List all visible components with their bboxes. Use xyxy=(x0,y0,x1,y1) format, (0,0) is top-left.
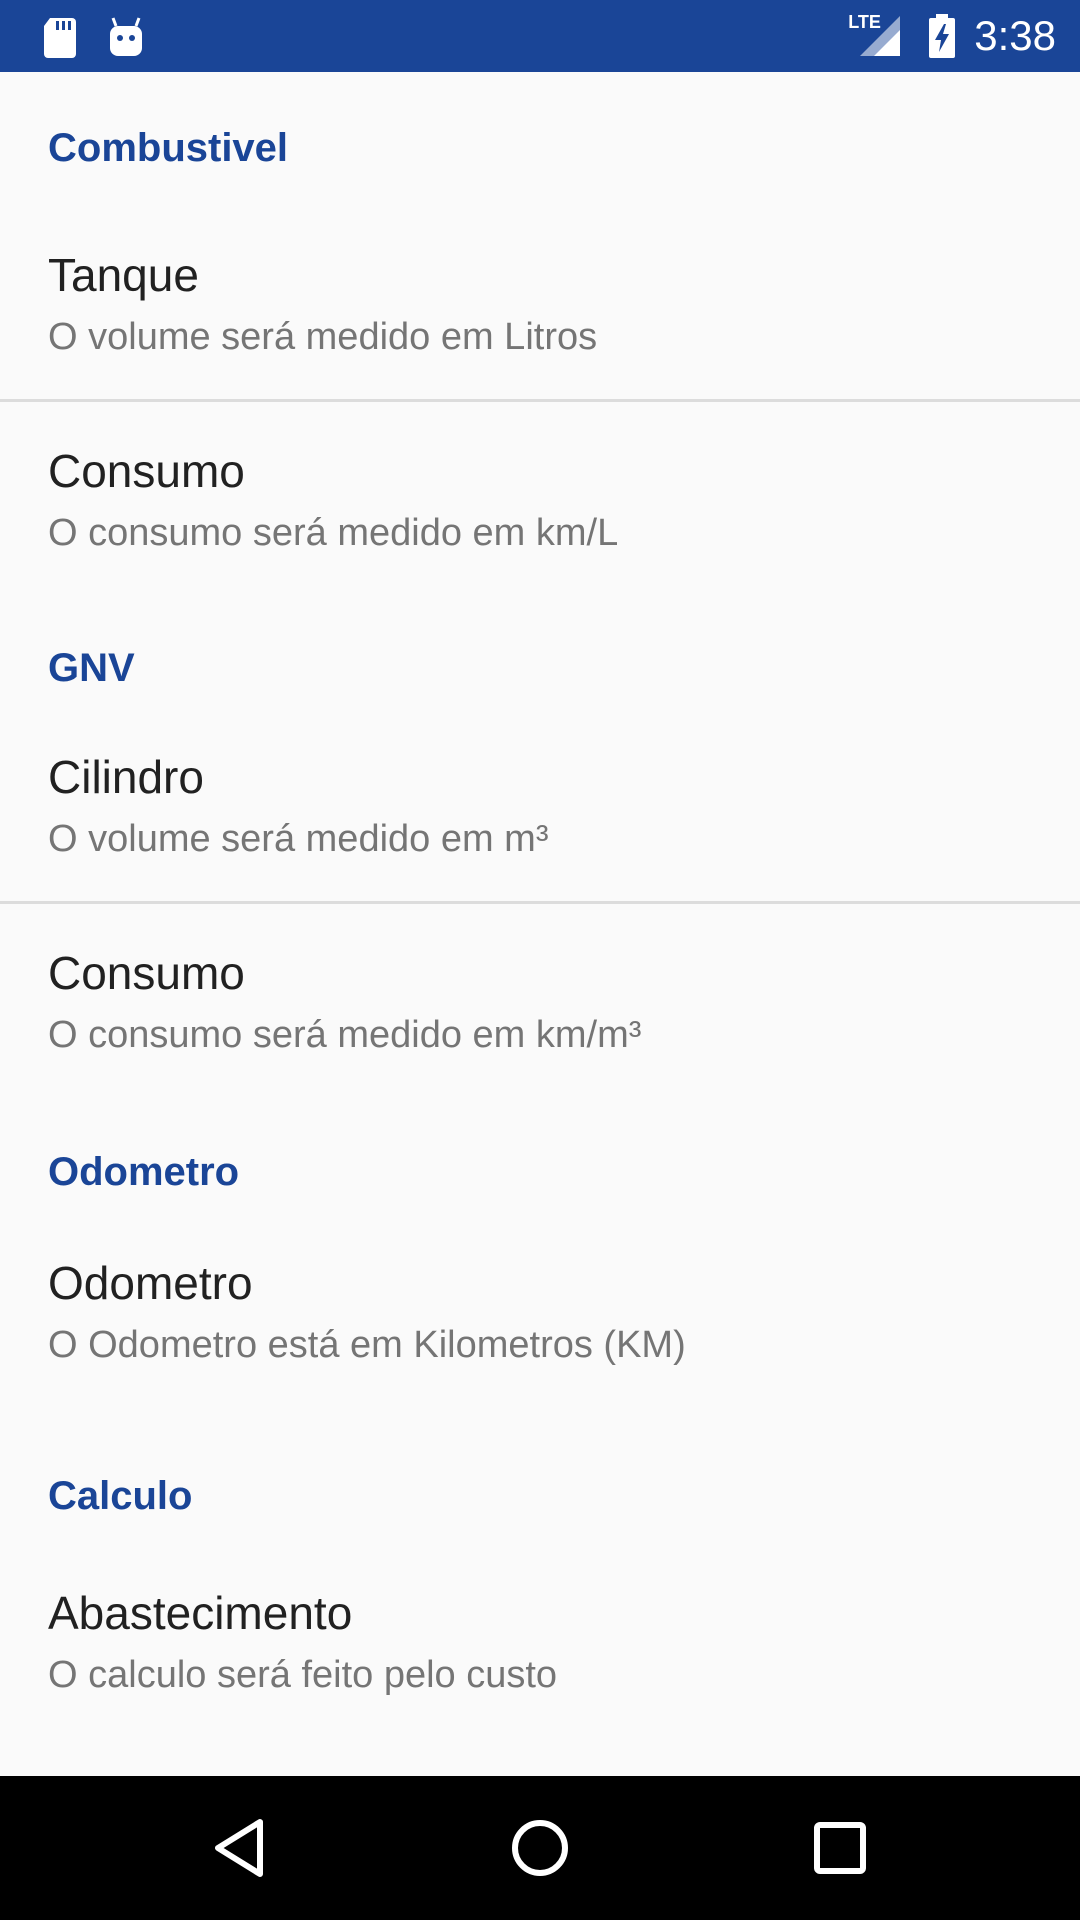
pref-abastecimento[interactable]: Abastecimento O calculo será feito pelo … xyxy=(0,1556,1080,1756)
pref-consumo-gnv[interactable]: Consumo O consumo será medido em km/m³ xyxy=(0,904,1080,1126)
pref-summary: O consumo será medido em km/m³ xyxy=(48,1014,642,1056)
pref-title: Cilindro xyxy=(48,751,204,803)
category-header-gnv: GNV xyxy=(48,646,135,690)
pref-summary: O volume será medido em m³ xyxy=(48,818,549,860)
back-icon[interactable] xyxy=(204,1812,276,1884)
status-bar: LTE 3:38 xyxy=(0,0,1080,72)
pref-consumo-combustivel[interactable]: Consumo O consumo será medido em km/L xyxy=(0,402,1080,624)
settings-list: Combustivel Tanque O volume será medido … xyxy=(0,72,1080,1776)
android-icon xyxy=(102,12,150,60)
category-header-odometro: Odometro xyxy=(48,1150,240,1194)
pref-odometro[interactable]: Odometro O Odometro está em Kilometros (… xyxy=(0,1230,1080,1456)
sd-card-icon xyxy=(36,12,84,60)
battery-charging-icon xyxy=(928,12,956,60)
lte-signal-icon: LTE xyxy=(848,12,904,60)
recents-icon[interactable] xyxy=(804,1812,876,1884)
category-header-calculo: Calculo xyxy=(48,1474,193,1518)
navigation-bar xyxy=(0,1776,1080,1920)
pref-tanque[interactable]: Tanque O volume será medido em Litros xyxy=(0,224,1080,399)
pref-summary: O consumo será medido em km/L xyxy=(48,512,619,554)
pref-title: Consumo xyxy=(48,445,245,497)
network-type-label: LTE xyxy=(848,12,881,32)
status-right: LTE 3:38 xyxy=(848,0,1056,72)
home-icon[interactable] xyxy=(504,1812,576,1884)
pref-cilindro[interactable]: Cilindro O volume será medido em m³ xyxy=(0,724,1080,901)
category-header-combustivel: Combustivel xyxy=(48,126,289,170)
pref-summary: O calculo será feito pelo custo xyxy=(48,1654,558,1696)
pref-title: Odometro xyxy=(48,1257,253,1309)
pref-summary: O Odometro está em Kilometros (KM) xyxy=(48,1324,686,1366)
pref-summary: O volume será medido em Litros xyxy=(48,316,598,358)
pref-title: Consumo xyxy=(48,947,245,999)
clock: 3:38 xyxy=(974,12,1056,59)
pref-title: Abastecimento xyxy=(48,1587,353,1639)
pref-title: Tanque xyxy=(48,249,199,301)
